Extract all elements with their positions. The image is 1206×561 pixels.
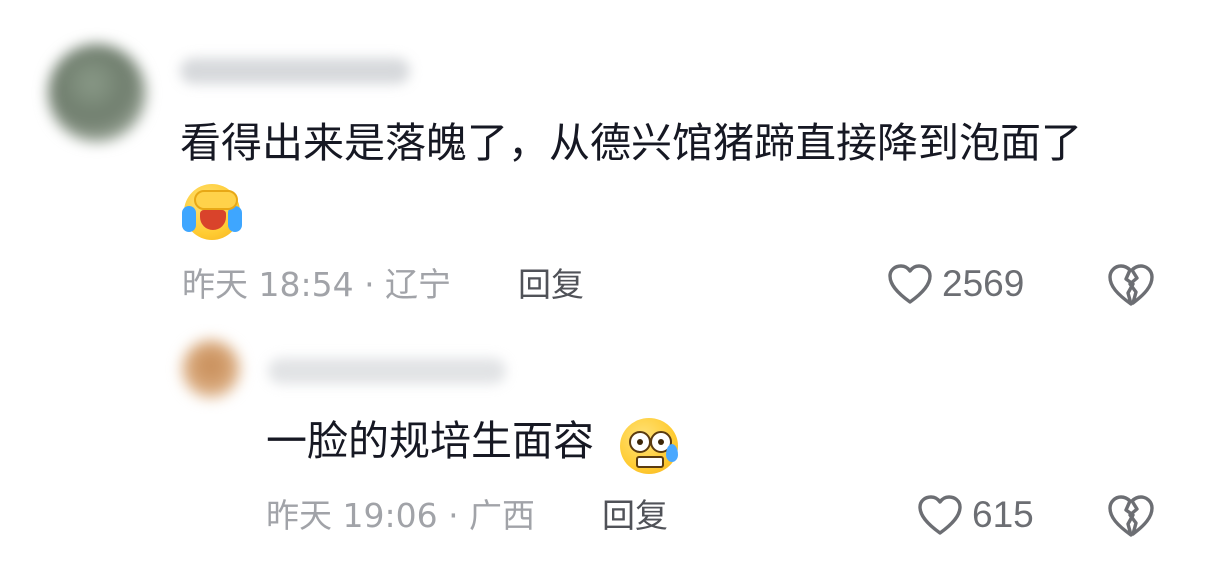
like-button[interactable]: 2569 bbox=[886, 262, 1024, 306]
crying-laughing-emoji-icon bbox=[182, 184, 242, 240]
like-count: 2569 bbox=[942, 263, 1025, 304]
reply-time-location: 昨天 19:06 · 广西 bbox=[266, 496, 536, 535]
heart-outline-icon bbox=[918, 495, 962, 535]
reply-comment-text: 一脸的规培生面容 bbox=[266, 417, 594, 465]
reply-button[interactable]: 回复 bbox=[602, 496, 668, 536]
broken-heart-icon[interactable] bbox=[1106, 493, 1156, 539]
like-count: 615 bbox=[972, 494, 1034, 535]
reply-commenter-avatar[interactable] bbox=[182, 340, 240, 398]
broken-heart-icon[interactable] bbox=[1106, 262, 1156, 308]
reply-commenter-username-blurred[interactable] bbox=[268, 358, 506, 384]
flushed-sweat-emoji-icon bbox=[620, 418, 678, 474]
commenter-avatar[interactable] bbox=[48, 44, 146, 142]
reply-button[interactable]: 回复 bbox=[518, 265, 584, 305]
like-button[interactable]: 615 bbox=[916, 493, 1034, 537]
comment-text: 看得出来是落魄了，从德兴馆猪蹄直接降到泡面了 bbox=[180, 119, 1082, 167]
commenter-username-blurred[interactable] bbox=[180, 58, 410, 84]
comment-time-location: 昨天 18:54 · 辽宁 bbox=[182, 265, 452, 304]
heart-outline-icon bbox=[888, 264, 932, 304]
